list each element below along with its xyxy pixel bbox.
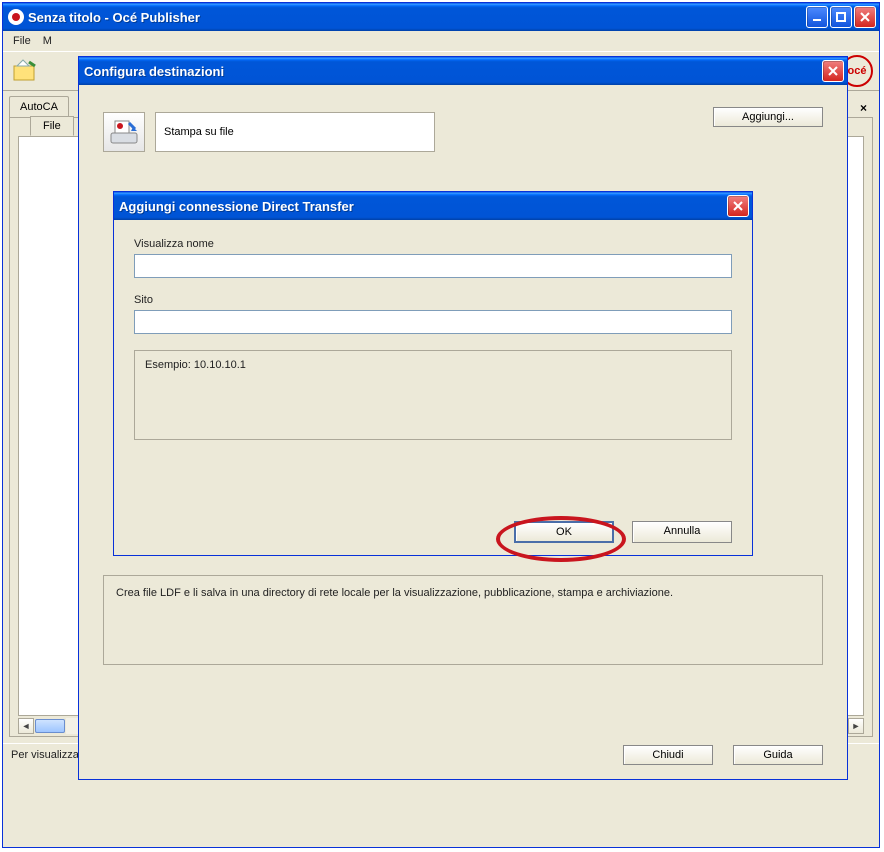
dialog2-title: Aggiungi connessione Direct Transfer bbox=[119, 199, 727, 214]
site-input[interactable] bbox=[134, 310, 732, 334]
destination-label-text: Stampa su file bbox=[164, 126, 234, 138]
close-button[interactable] bbox=[854, 6, 876, 28]
print-to-file-icon bbox=[103, 112, 145, 152]
tab-close-button[interactable]: × bbox=[854, 99, 873, 117]
menubar: File M bbox=[3, 31, 879, 51]
add-direct-transfer-dialog: Aggiungi connessione Direct Transfer Vis… bbox=[113, 191, 753, 556]
menu-m[interactable]: M bbox=[37, 33, 58, 49]
help-button[interactable]: Guida bbox=[733, 745, 823, 765]
dialog2-titlebar[interactable]: Aggiungi connessione Direct Transfer bbox=[114, 192, 752, 220]
example-text: Esempio: 10.10.10.1 bbox=[145, 359, 246, 371]
sub-tab-file[interactable]: File bbox=[30, 116, 74, 136]
main-titlebar[interactable]: Senza titolo - Océ Publisher bbox=[3, 3, 879, 31]
site-label: Sito bbox=[134, 294, 732, 306]
menu-file[interactable]: File bbox=[7, 33, 37, 49]
window-title: Senza titolo - Océ Publisher bbox=[28, 10, 806, 25]
app-icon bbox=[8, 9, 24, 25]
close-dialog-button[interactable]: Chiudi bbox=[623, 745, 713, 765]
description-text: Crea file LDF e li salva in una director… bbox=[116, 587, 673, 599]
display-name-input[interactable] bbox=[134, 254, 732, 278]
dialog1-title: Configura destinazioni bbox=[84, 64, 822, 79]
dialog1-close-button[interactable] bbox=[822, 60, 844, 82]
display-name-label: Visualizza nome bbox=[134, 238, 732, 250]
minimize-button[interactable] bbox=[806, 6, 828, 28]
dialog1-titlebar[interactable]: Configura destinazioni bbox=[79, 57, 847, 85]
description-box: Crea file LDF e li salva in una director… bbox=[103, 575, 823, 665]
tab-autoca[interactable]: AutoCA bbox=[9, 96, 69, 117]
dialog2-close-button[interactable] bbox=[727, 195, 749, 217]
ok-button[interactable]: OK bbox=[514, 521, 614, 543]
cancel-button[interactable]: Annulla bbox=[632, 521, 732, 543]
destination-label: Stampa su file bbox=[155, 112, 435, 152]
scroll-right-button[interactable]: ► bbox=[848, 718, 864, 734]
scroll-thumb[interactable] bbox=[35, 719, 65, 733]
maximize-button[interactable] bbox=[830, 6, 852, 28]
toolbar-icon-1[interactable] bbox=[9, 55, 41, 87]
add-button[interactable]: Aggiungi... bbox=[713, 107, 823, 127]
scroll-left-button[interactable]: ◄ bbox=[18, 718, 34, 734]
example-box: Esempio: 10.10.10.1 bbox=[134, 350, 732, 440]
